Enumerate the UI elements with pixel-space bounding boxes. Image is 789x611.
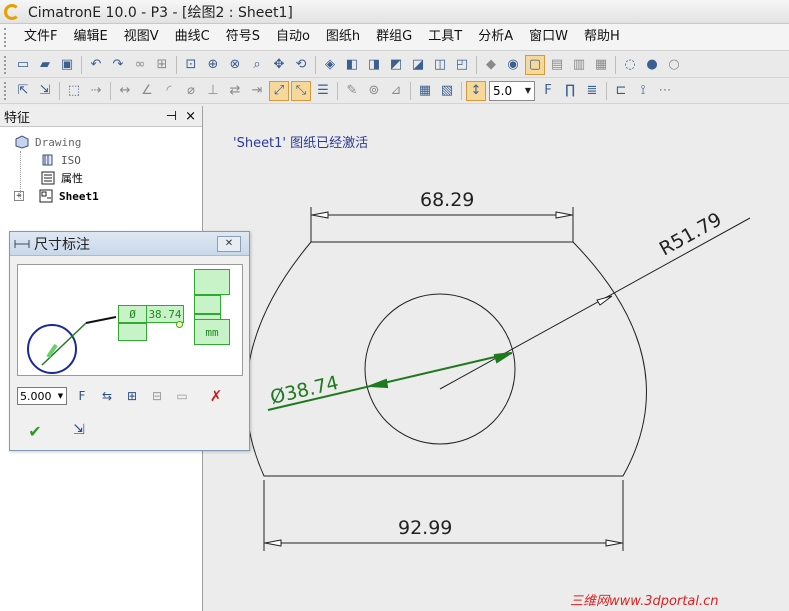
preview-lower-box[interactable] <box>118 323 147 341</box>
dialog-actions: ✔ ⇲ <box>24 422 90 444</box>
delete-icon[interactable]: ✗ <box>206 387 226 405</box>
apply-check-icon[interactable]: ✔ <box>24 422 46 444</box>
dim-bottom-lines <box>263 480 624 551</box>
dim-top-text[interactable]: 68.29 <box>420 189 474 211</box>
dialog-title: 尺寸标注 <box>34 236 90 253</box>
dialog-titlebar[interactable]: 尺寸标注 <box>10 232 249 256</box>
dimension-dialog: 尺寸标注 ✕ Ø 38.74 mm 5.000 ▼ F ⇆ ⊞ ⊟ ▭ ✗ ✔ … <box>9 231 250 451</box>
preview-upper-box[interactable] <box>194 269 230 295</box>
watermark: 三维网www.3dportal.cn <box>570 594 719 609</box>
text-align-icon[interactable]: ⇆ <box>97 387 117 405</box>
tolerance-icon[interactable]: ⊟ <box>147 387 167 405</box>
dim-bottom-text[interactable]: 92.99 <box>398 517 452 539</box>
dim-diameter-text[interactable]: Ø38.74 <box>268 372 341 409</box>
preview-point <box>176 321 183 328</box>
dim-radius-text[interactable]: R51.79 <box>656 208 726 260</box>
text-size-value: 5.000 <box>20 389 52 403</box>
font-icon[interactable]: F <box>72 387 92 405</box>
dim-top-lines <box>310 207 574 242</box>
close-icon[interactable]: ✕ <box>217 236 241 252</box>
dimension-preview: Ø 38.74 mm <box>17 264 243 376</box>
dim-radius-lines <box>439 217 751 390</box>
dimension-icon <box>14 239 30 248</box>
preview-prefix-box[interactable]: Ø <box>118 305 147 323</box>
chevron-down-icon: ▼ <box>57 392 64 400</box>
text-style-icon[interactable]: ⊞ <box>122 387 142 405</box>
frame-icon[interactable]: ▭ <box>172 387 192 405</box>
part-outline <box>245 241 647 477</box>
preview-unit-box[interactable]: mm <box>194 319 230 345</box>
dialog-tool-row: 5.000 ▼ F ⇆ ⊞ ⊟ ▭ ✗ <box>17 387 226 405</box>
preview-tol-upper-box[interactable] <box>194 295 221 314</box>
text-size-select[interactable]: 5.000 ▼ <box>17 387 67 405</box>
exit-icon[interactable]: ⇲ <box>68 422 90 444</box>
